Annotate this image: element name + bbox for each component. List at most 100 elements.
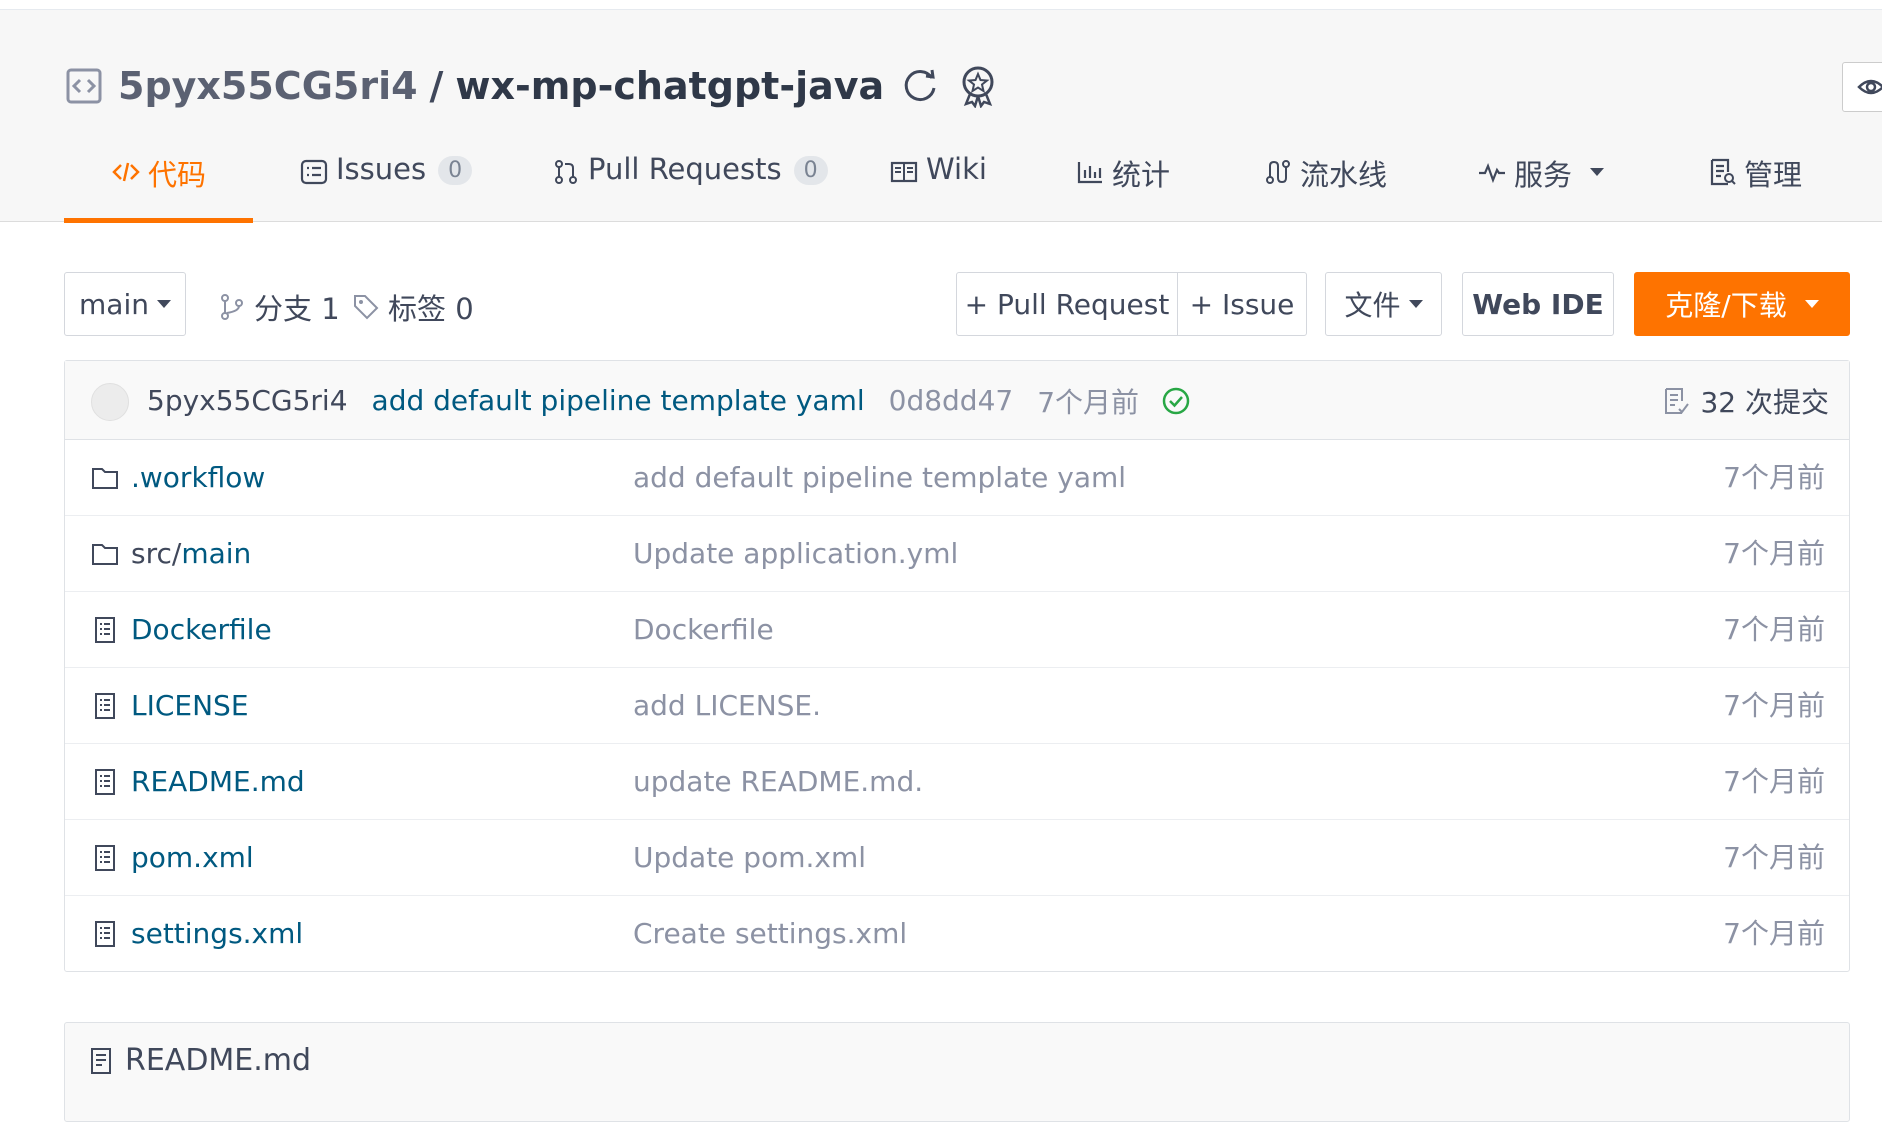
chevron-down-icon (1408, 300, 1423, 308)
file-icon (95, 845, 115, 871)
file-commit-time: 7个月前 (1723, 917, 1825, 950)
stats-icon (1077, 162, 1102, 184)
avatar[interactable] (91, 383, 129, 421)
table-row[interactable]: pom.xml Update pom.xml 7个月前 (65, 820, 1849, 896)
branches-label: 分支 1 (254, 292, 340, 326)
tags-label: 标签 0 (388, 292, 474, 326)
tab-label: 服务 (1514, 158, 1573, 192)
commit-message-link[interactable]: add default pipeline template yaml (372, 384, 865, 417)
table-row[interactable]: README.md update README.md. 7个月前 (65, 744, 1849, 820)
branch-label: main (79, 287, 149, 321)
new-issue-label: + Issue (1189, 287, 1295, 321)
file-commit-time: 7个月前 (1723, 841, 1825, 874)
file-icon (95, 769, 115, 795)
tab-pull-requests[interactable]: Pull Requests 0 (552, 152, 828, 222)
tab-label: 代码 (148, 158, 207, 192)
repo-owner-link[interactable]: 5pyx55CG5ri4 (118, 64, 418, 108)
readme-panel: README.md (64, 1022, 1850, 1122)
file-commit-message[interactable]: add default pipeline template yaml (633, 440, 1126, 516)
readme-title-label: README.md (125, 1043, 312, 1078)
table-row[interactable]: src/main Update application.yml 7个月前 (65, 516, 1849, 592)
readme-title: README.md (87, 1043, 311, 1078)
tab-label: 统计 (1112, 158, 1171, 192)
commit-count-link[interactable]: 32 次提交 (1662, 361, 1829, 440)
commits-icon (1665, 387, 1690, 414)
new-pull-request-button[interactable]: + Pull Request (956, 272, 1178, 336)
tab-manage[interactable]: 管理 (1708, 152, 1802, 222)
file-name-link[interactable]: .workflow (131, 440, 265, 516)
tab-code[interactable]: 代码 (112, 152, 206, 222)
wiki-icon (890, 161, 918, 183)
file-commit-time: 7个月前 (1723, 461, 1825, 494)
file-name-link[interactable]: src/main (131, 516, 251, 592)
tab-label: Wiki (926, 152, 987, 186)
file-icon (95, 921, 115, 947)
manage-icon (1710, 158, 1736, 186)
issues-count-badge: 0 (438, 156, 473, 185)
tab-issues[interactable]: Issues 0 (300, 152, 473, 222)
web-ide-button[interactable]: Web IDE (1462, 272, 1614, 336)
file-name-link[interactable]: pom.xml (131, 820, 254, 896)
watch-button[interactable] (1842, 62, 1882, 112)
file-commit-time: 7个月前 (1723, 765, 1825, 798)
table-row[interactable]: .workflow add default pipeline template … (65, 440, 1849, 516)
top-nav-edge (0, 0, 1882, 10)
new-pull-request-label: + Pull Request (964, 287, 1170, 321)
file-commit-message[interactable]: Update pom.xml (633, 820, 866, 896)
branch-icon (221, 294, 243, 320)
folder-icon (92, 544, 118, 565)
repo-header: 5pyx55CG5ri4 / wx-mp-chatgpt-java 代码 Iss… (0, 0, 1882, 223)
tags-link[interactable]: 标签 0 (352, 286, 474, 328)
file-commit-time: 7个月前 (1723, 613, 1825, 646)
file-commit-time: 7个月前 (1723, 689, 1825, 722)
commit-sha-link[interactable]: 0d8dd47 (889, 384, 1014, 417)
commit-time: 7个月前 (1037, 385, 1140, 419)
pipeline-icon (1266, 160, 1290, 184)
sync-icon[interactable] (898, 64, 942, 108)
web-ide-label: Web IDE (1472, 287, 1604, 321)
file-commit-message[interactable]: update README.md. (633, 744, 923, 820)
repo-title: 5pyx55CG5ri4 / wx-mp-chatgpt-java (66, 60, 1000, 112)
tab-services[interactable]: 服务 (1478, 152, 1605, 222)
check-circle-icon[interactable] (1161, 386, 1191, 416)
recommend-badge-icon (962, 66, 994, 108)
file-name-link[interactable]: settings.xml (131, 896, 303, 972)
latest-commit-bar: 5pyx55CG5ri4 add default pipeline templa… (65, 361, 1849, 440)
file-name-link[interactable]: README.md (131, 744, 305, 820)
table-row[interactable]: Dockerfile Dockerfile 7个月前 (65, 592, 1849, 668)
file-icon (95, 693, 115, 719)
tab-pipeline[interactable]: 流水线 (1264, 152, 1387, 222)
repo-separator: / (429, 64, 444, 108)
file-commit-time: 7个月前 (1723, 537, 1825, 570)
table-row[interactable]: LICENSE add LICENSE. 7个月前 (65, 668, 1849, 744)
file-list: 5pyx55CG5ri4 add default pipeline templa… (64, 360, 1850, 972)
readme-icon (91, 1047, 111, 1074)
pull-request-icon (555, 160, 577, 184)
file-icon (95, 617, 115, 643)
path-leaf[interactable]: main (181, 537, 251, 570)
clone-download-label: 克隆/下载 (1665, 289, 1787, 322)
file-menu-button[interactable]: 文件 (1325, 272, 1442, 336)
commit-author[interactable]: 5pyx55CG5ri4 (147, 384, 348, 417)
chevron-down-icon (156, 300, 171, 308)
tab-wiki[interactable]: Wiki (890, 152, 987, 222)
branches-link[interactable]: 分支 1 (218, 286, 340, 328)
eye-icon (1857, 79, 1882, 95)
new-issue-button[interactable]: + Issue (1177, 272, 1307, 336)
table-row[interactable]: settings.xml Create settings.xml 7个月前 (65, 896, 1849, 972)
repo-name-link[interactable]: wx-mp-chatgpt-java (455, 64, 884, 108)
tab-label: Pull Requests (588, 152, 782, 186)
file-commit-message[interactable]: add LICENSE. (633, 668, 821, 744)
clone-download-button[interactable]: 克隆/下载 (1634, 272, 1850, 336)
file-commit-message[interactable]: Dockerfile (633, 592, 774, 668)
file-name-link[interactable]: LICENSE (131, 668, 249, 744)
service-icon (1479, 162, 1505, 184)
file-commit-message[interactable]: Update application.yml (633, 516, 958, 592)
chevron-down-icon (1590, 168, 1605, 176)
path-prefix: src/ (131, 537, 182, 570)
file-commit-message[interactable]: Create settings.xml (633, 896, 907, 972)
file-name-link[interactable]: Dockerfile (131, 592, 272, 668)
tab-stats[interactable]: 统计 (1076, 152, 1170, 222)
issues-icon (300, 159, 328, 185)
branch-select[interactable]: main (64, 272, 186, 336)
